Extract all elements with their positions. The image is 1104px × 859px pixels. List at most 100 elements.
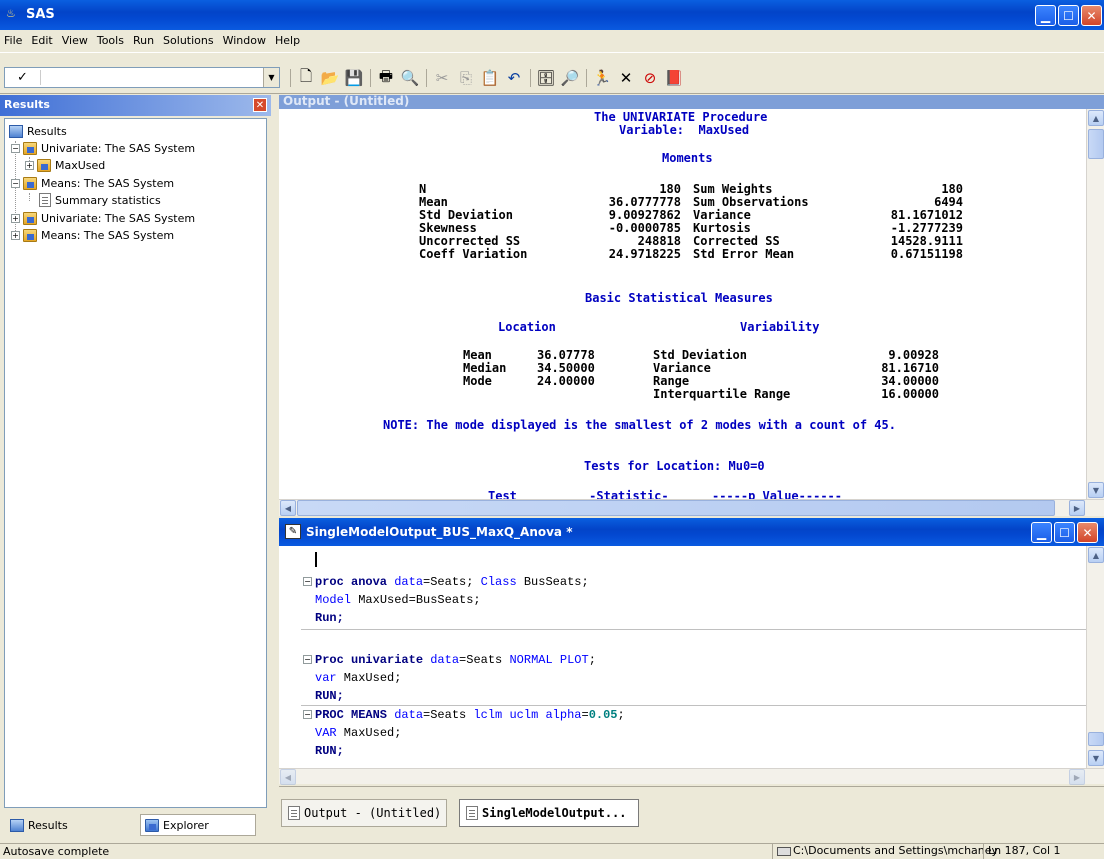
menu-run[interactable]: Run bbox=[133, 34, 154, 47]
location-header: Location bbox=[498, 320, 556, 334]
tree-item-summary-statistics[interactable]: Summary statistics bbox=[39, 192, 161, 208]
basic-row-value: 16.00000 bbox=[881, 387, 939, 401]
menu-file[interactable]: File bbox=[4, 34, 22, 47]
document-icon bbox=[39, 193, 51, 207]
print-preview-icon[interactable]: 🔍 bbox=[400, 68, 420, 88]
maximize-button[interactable]: ☐ bbox=[1058, 5, 1079, 26]
open-icon[interactable]: 📂 bbox=[320, 68, 340, 88]
collapse-icon[interactable]: − bbox=[11, 178, 20, 188]
scroll-down-arrow-icon[interactable]: ▼ bbox=[1088, 482, 1104, 498]
fold-icon[interactable]: − bbox=[303, 710, 312, 719]
menu-window[interactable]: Window bbox=[223, 34, 266, 47]
paste-icon[interactable]: 📋 bbox=[480, 68, 500, 88]
toolbar: ✓ ▼ 🗋 📂 💾 🖶 🔍 ✂ ⎘ 📋 ↶ 🗄 🔎 🏃 ✕ ⊘ 📕 bbox=[0, 52, 1104, 94]
tab-results[interactable]: Results bbox=[6, 814, 124, 836]
code-line-7[interactable]: PROC MEANS data=Seats lclm uclm alpha=0.… bbox=[315, 708, 625, 722]
scroll-up-arrow-icon[interactable]: ▲ bbox=[1088, 110, 1104, 126]
folder-icon bbox=[23, 176, 37, 190]
app-title-bar: ♨ SAS ▁ ☐ ✕ bbox=[0, 0, 1104, 30]
editor-doc-icon bbox=[466, 806, 478, 820]
tree-item-means-1[interactable]: − Means: The SAS System bbox=[11, 175, 174, 191]
scroll-thumb[interactable] bbox=[1088, 732, 1104, 746]
expand-icon[interactable]: + bbox=[11, 213, 20, 223]
window-bar: Output - (Untitled) SingleModelOutput... bbox=[279, 786, 1104, 838]
submit-check-icon[interactable]: ✓ bbox=[5, 70, 41, 85]
moments-row-value: 24.9718225 bbox=[608, 247, 681, 261]
folder-icon bbox=[23, 211, 37, 225]
h-scroll-thumb[interactable] bbox=[297, 500, 1055, 516]
editor-maximize-button[interactable]: ☐ bbox=[1054, 522, 1075, 543]
status-message: Autosave complete bbox=[3, 845, 110, 858]
help-book-icon[interactable]: 📕 bbox=[664, 68, 684, 88]
tree-item-results[interactable]: Results bbox=[9, 123, 67, 139]
tree-item-maxused[interactable]: + MaxUsed bbox=[25, 157, 105, 173]
expand-icon[interactable]: + bbox=[11, 230, 20, 240]
folder-icon bbox=[37, 158, 51, 172]
save-icon[interactable]: 💾 bbox=[344, 68, 364, 88]
scroll-thumb[interactable] bbox=[1088, 129, 1104, 159]
status-bar: Autosave complete C:\Documents and Setti… bbox=[0, 843, 1104, 859]
program-editor[interactable]: − proc anova data=Seats; Class BusSeats;… bbox=[279, 546, 1086, 768]
output-vertical-scrollbar[interactable]: ▲ ▼ bbox=[1086, 109, 1104, 499]
menu-tools[interactable]: Tools bbox=[97, 34, 124, 47]
command-input[interactable] bbox=[41, 68, 263, 87]
menu-help[interactable]: Help bbox=[275, 34, 300, 47]
output-horizontal-scrollbar[interactable]: ◀ ▶ bbox=[279, 499, 1104, 516]
code-line-4[interactable]: Proc univariate data=Seats NORMAL PLOT; bbox=[315, 653, 596, 667]
tree-item-means-2[interactable]: + Means: The SAS System bbox=[11, 227, 174, 243]
scroll-down-arrow-icon[interactable]: ▼ bbox=[1088, 750, 1104, 766]
text-cursor bbox=[315, 552, 317, 567]
scroll-right-arrow-icon[interactable]: ▶ bbox=[1069, 769, 1085, 785]
results-panel-header: Results ✕ bbox=[0, 95, 271, 116]
code-line-9[interactable]: RUN; bbox=[315, 744, 344, 758]
new-icon[interactable]: 🗋 bbox=[296, 67, 316, 88]
folder-icon bbox=[23, 141, 37, 155]
code-line-1[interactable]: proc anova data=Seats; Class BusSeats; bbox=[315, 575, 589, 589]
menu-solutions[interactable]: Solutions bbox=[163, 34, 214, 47]
clear-icon[interactable]: ✕ bbox=[616, 68, 636, 88]
task-editor[interactable]: SingleModelOutput... bbox=[459, 799, 639, 827]
submit-run-icon[interactable]: 🏃 bbox=[592, 68, 612, 88]
collapse-icon[interactable]: − bbox=[11, 143, 20, 153]
scroll-left-arrow-icon[interactable]: ◀ bbox=[280, 769, 296, 785]
break-icon[interactable]: ⊘ bbox=[640, 68, 660, 88]
explorer-icon[interactable]: 🔎 bbox=[560, 68, 580, 88]
libraries-icon[interactable]: 🗄 bbox=[536, 68, 556, 88]
results-close-button[interactable]: ✕ bbox=[253, 98, 267, 112]
undo-icon[interactable]: ↶ bbox=[504, 68, 524, 88]
editor-close-button[interactable]: ✕ bbox=[1077, 522, 1098, 543]
expand-icon[interactable]: + bbox=[25, 160, 34, 170]
task-output[interactable]: Output - (Untitled) bbox=[281, 799, 447, 827]
menu-edit[interactable]: Edit bbox=[31, 34, 52, 47]
tree-item-univariate-1[interactable]: − Univariate: The SAS System bbox=[11, 140, 195, 156]
editor-vertical-scrollbar[interactable]: ▲ ▼ bbox=[1086, 546, 1104, 768]
scroll-up-arrow-icon[interactable]: ▲ bbox=[1088, 547, 1104, 563]
tab-explorer[interactable]: Explorer bbox=[140, 814, 256, 836]
results-icon bbox=[10, 818, 24, 832]
code-line-5[interactable]: var MaxUsed; bbox=[315, 671, 401, 685]
editor-horizontal-scrollbar[interactable]: ◀ ▶ bbox=[279, 768, 1104, 785]
code-line-3[interactable]: Run; bbox=[315, 611, 344, 625]
fold-icon[interactable]: − bbox=[303, 655, 312, 664]
menu-view[interactable]: View bbox=[62, 34, 88, 47]
code-line-6[interactable]: RUN; bbox=[315, 689, 344, 703]
cut-icon[interactable]: ✂ bbox=[432, 68, 452, 88]
results-tabs: Results Explorer bbox=[0, 810, 271, 838]
copy-icon[interactable]: ⎘ bbox=[456, 68, 476, 88]
close-button[interactable]: ✕ bbox=[1081, 5, 1102, 26]
code-line-8[interactable]: VAR MaxUsed; bbox=[315, 726, 401, 740]
tests-header: Tests for Location: Mu0=0 bbox=[584, 459, 765, 473]
print-icon[interactable]: 🖶 bbox=[376, 67, 396, 88]
basic-row-value: 24.00000 bbox=[537, 374, 595, 388]
command-dropdown-button[interactable]: ▼ bbox=[263, 68, 279, 87]
results-icon bbox=[9, 124, 23, 138]
basic-row-label: Interquartile Range bbox=[653, 387, 791, 401]
tree-item-univariate-2[interactable]: + Univariate: The SAS System bbox=[11, 210, 195, 226]
code-line-2[interactable]: Model MaxUsed=BusSeats; bbox=[315, 593, 481, 607]
fold-icon[interactable]: − bbox=[303, 577, 312, 586]
scroll-left-arrow-icon[interactable]: ◀ bbox=[280, 500, 296, 516]
editor-minimize-button[interactable]: ▁ bbox=[1031, 522, 1052, 543]
minimize-button[interactable]: ▁ bbox=[1035, 5, 1056, 26]
results-tree: Results − Univariate: The SAS System + M… bbox=[4, 118, 267, 808]
scroll-right-arrow-icon[interactable]: ▶ bbox=[1069, 500, 1085, 516]
